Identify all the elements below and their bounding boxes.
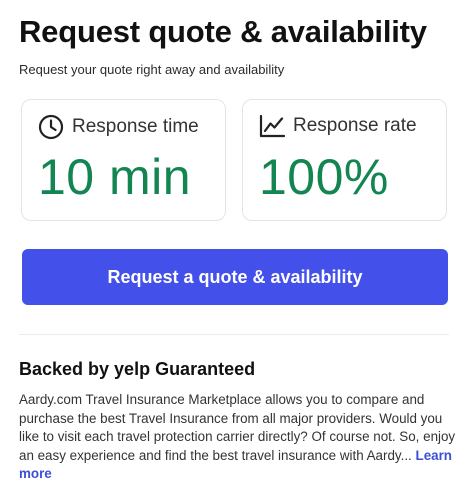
clock-icon: [38, 114, 64, 140]
guarantee-description: Aardy.com Travel Insurance Marketplace a…: [19, 392, 456, 463]
response-time-value: 10 min: [38, 149, 192, 205]
response-rate-card: Response rate 100%: [242, 99, 447, 221]
response-time-label: Response time: [72, 116, 199, 137]
request-quote-button[interactable]: Request a quote & availability: [22, 249, 448, 305]
guarantee-title: Backed by yelp Guaranteed: [19, 359, 256, 379]
page-title: Request quote & availability: [19, 14, 427, 49]
page-subtitle: Request your quote right away and availa…: [19, 62, 285, 77]
response-rate-value: 100%: [259, 149, 389, 205]
guarantee-description-block: Aardy.com Travel Insurance Marketplace a…: [19, 391, 459, 484]
trend-chart-icon: [259, 114, 285, 138]
response-rate-header: Response rate: [259, 114, 417, 138]
response-time-header: Response time: [38, 114, 199, 140]
request-quote-panel: Request quote & availability Request you…: [0, 0, 470, 491]
response-rate-label: Response rate: [293, 115, 417, 136]
section-divider: [19, 334, 449, 335]
response-time-card: Response time 10 min: [21, 99, 226, 221]
